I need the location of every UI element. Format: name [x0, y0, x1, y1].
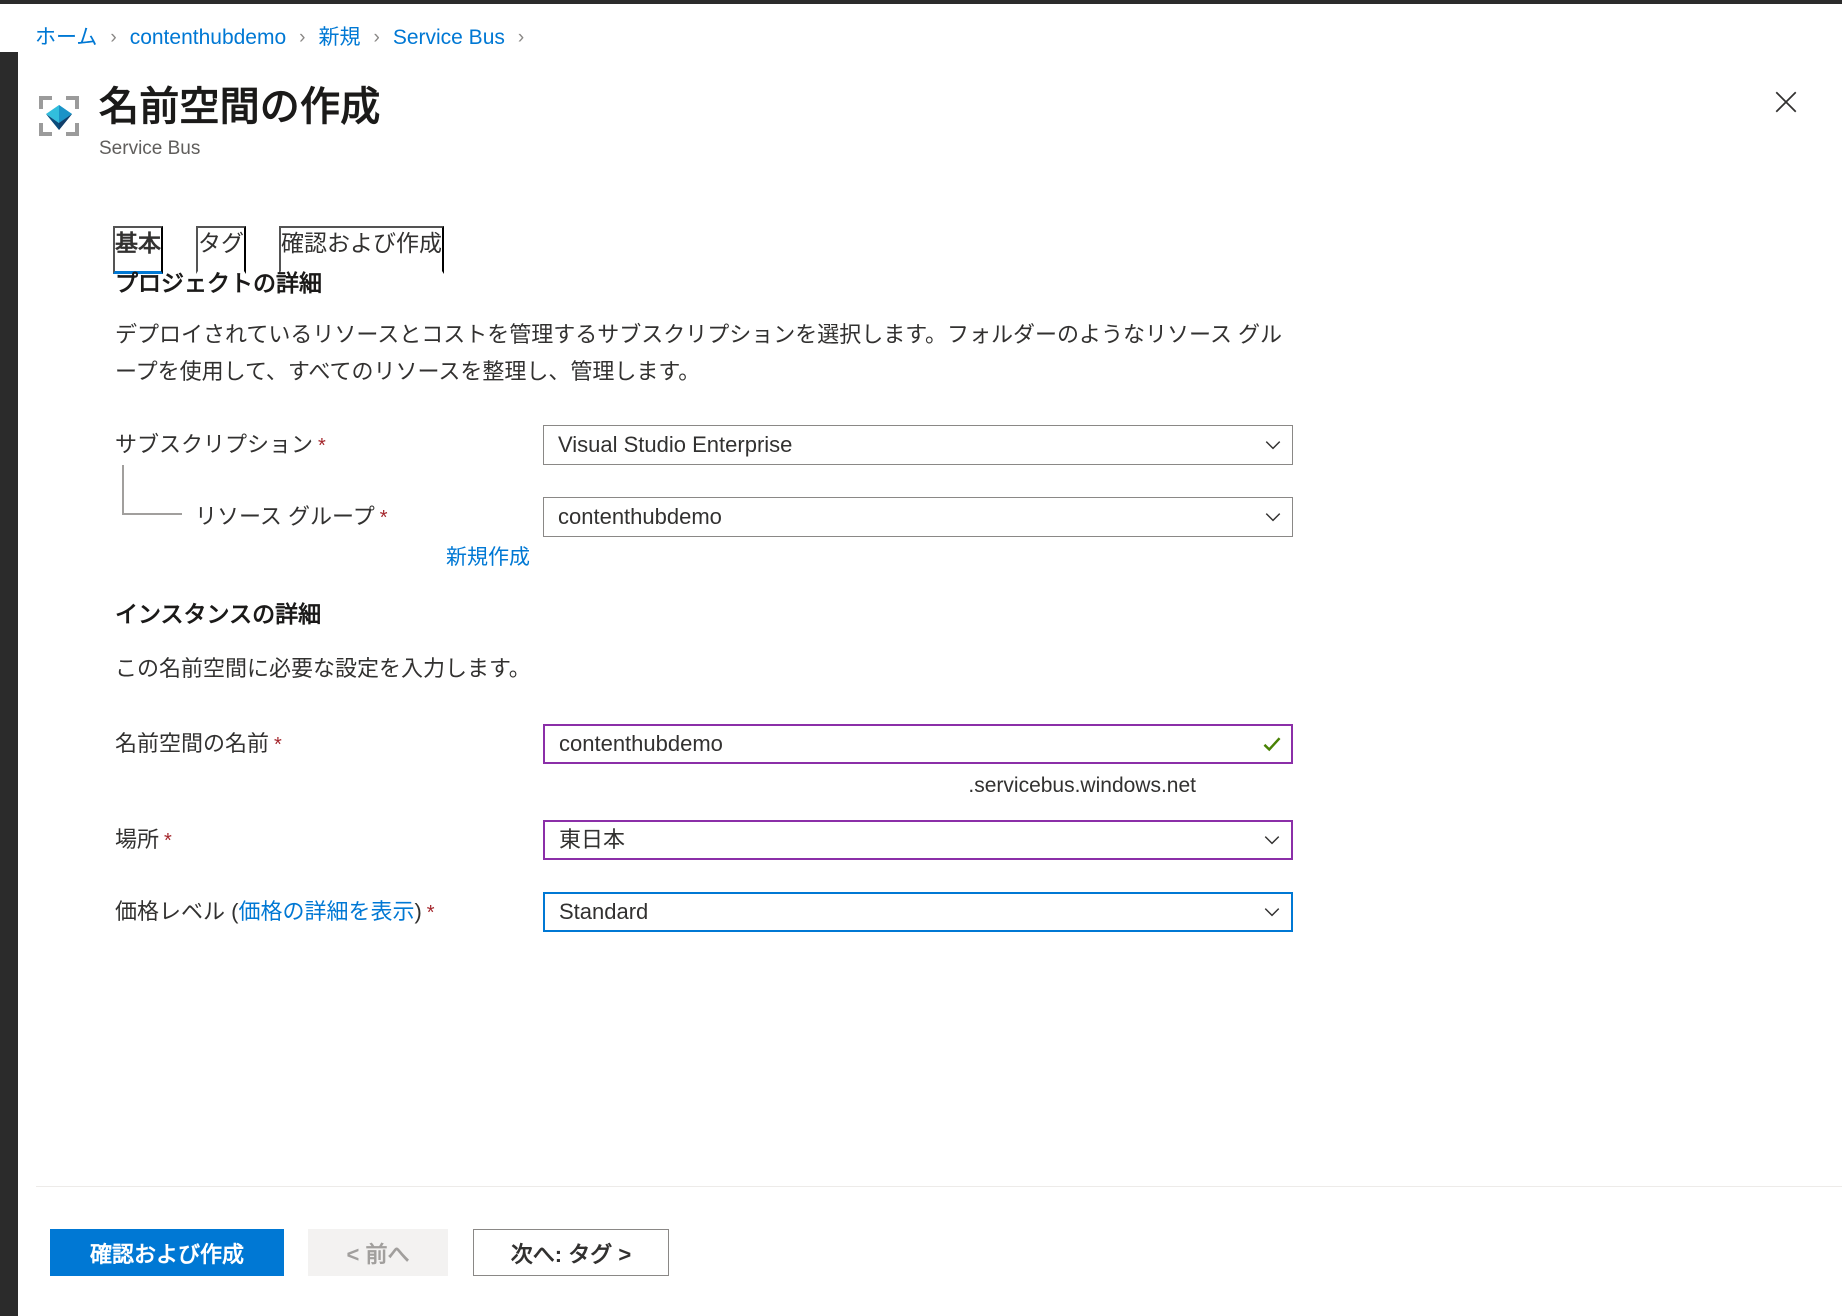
breadcrumb-separator-icon: ›	[517, 27, 525, 48]
namespace-suffix-text: .servicebus.windows.net	[968, 774, 1196, 797]
location-value: 東日本	[559, 827, 626, 852]
close-blade-button[interactable]	[1765, 82, 1807, 124]
breadcrumb-item-new[interactable]: 新規	[319, 24, 361, 52]
location-label: 場所 *	[115, 820, 172, 861]
resource-group-dropdown[interactable]: contenthubdemo	[543, 497, 1293, 537]
title-block: 名前空間の作成 Service Bus	[99, 82, 380, 161]
breadcrumb-separator-icon: ›	[110, 27, 117, 48]
resource-group-row: リソース グループ * contenthubdemo	[115, 465, 1315, 538]
required-asterisk: *	[426, 902, 435, 924]
next-tags-button[interactable]: 次へ: タグ >	[473, 1229, 669, 1276]
pricing-tier-label-suffix: )	[414, 899, 422, 924]
pricing-tier-dropdown[interactable]: Standard	[543, 892, 1293, 932]
blade-tabs: 基本 タグ 確認および作成	[113, 226, 477, 274]
blade-footer: 確認および作成 < 前へ 次へ: タグ >	[18, 1187, 1842, 1316]
tab-review-create[interactable]: 確認および作成	[279, 226, 444, 274]
pricing-tier-row: 価格レベル (価格の詳細を表示) * Standard	[115, 892, 1315, 932]
namespace-name-label: 名前空間の名前 *	[115, 724, 282, 765]
previous-button: < 前へ	[308, 1229, 448, 1276]
tab-tags[interactable]: タグ	[196, 226, 246, 274]
pricing-tier-label: 価格レベル (価格の詳細を表示) *	[115, 892, 435, 933]
portal-left-rail	[0, 52, 18, 1316]
location-row: 場所 * 東日本	[115, 820, 1315, 860]
pricing-tier-label-prefix: 価格レベル (	[115, 899, 239, 924]
resource-group-label: リソース グループ *	[195, 497, 388, 538]
review-and-create-button[interactable]: 確認および作成	[50, 1229, 284, 1276]
view-pricing-details-link[interactable]: 価格の詳細を表示	[238, 899, 414, 924]
create-new-resource-group-link[interactable]: 新規作成	[446, 544, 530, 572]
instance-details-heading: インスタンスの詳細	[115, 601, 322, 627]
chevron-down-icon	[1254, 436, 1292, 454]
page-title: 名前空間の作成	[99, 85, 381, 129]
breadcrumb-item-service-bus[interactable]: Service Bus	[393, 24, 505, 52]
close-icon	[1773, 89, 1799, 118]
namespace-name-value: contenthubdemo	[559, 731, 723, 756]
required-asterisk: *	[318, 435, 326, 457]
create-namespace-blade: ホーム › contenthubdemo › 新規 › Service Bus …	[18, 4, 1842, 1316]
breadcrumb: ホーム › contenthubdemo › 新規 › Service Bus …	[35, 24, 537, 52]
breadcrumb-separator-icon: ›	[373, 27, 380, 48]
project-details-heading: プロジェクトの詳細	[115, 270, 322, 296]
subscription-label-text: サブスクリプション	[115, 432, 314, 457]
chevron-down-icon	[1253, 831, 1291, 849]
required-asterisk: *	[379, 507, 388, 529]
subscription-value: Visual Studio Enterprise	[558, 432, 793, 457]
instance-details-description: この名前空間に必要な設定を入力します。	[115, 656, 531, 681]
chevron-down-icon	[1253, 903, 1291, 921]
breadcrumb-item-home[interactable]: ホーム	[35, 24, 97, 52]
service-bus-icon	[35, 92, 83, 140]
breadcrumb-separator-icon: ›	[299, 27, 306, 48]
project-details-description: デプロイされているリソースとコストを管理するサブスクリプションを選択します。フォ…	[115, 322, 1283, 384]
location-label-text: 場所	[115, 827, 160, 852]
blade-title-row: 名前空間の作成 Service Bus	[35, 82, 380, 161]
namespace-name-input[interactable]: contenthubdemo	[543, 724, 1293, 764]
chevron-down-icon	[1254, 508, 1292, 526]
page-subtitle: Service Bus	[99, 138, 201, 159]
subscription-dropdown[interactable]: Visual Studio Enterprise	[543, 425, 1293, 465]
subscription-row: サブスクリプション * Visual Studio Enterprise	[115, 425, 1315, 465]
resource-group-label-text: リソース グループ	[195, 504, 375, 529]
tree-connector-line	[122, 465, 182, 515]
pricing-tier-value: Standard	[559, 899, 649, 924]
subscription-label: サブスクリプション *	[115, 425, 326, 466]
resource-group-value: contenthubdemo	[558, 504, 722, 529]
validation-check-icon	[1253, 733, 1291, 755]
required-asterisk: *	[274, 734, 282, 756]
required-asterisk: *	[164, 830, 172, 852]
namespace-name-row: 名前空間の名前 * contenthubdemo	[115, 724, 1315, 764]
location-dropdown[interactable]: 東日本	[543, 820, 1293, 860]
tab-basics[interactable]: 基本	[113, 226, 163, 274]
breadcrumb-item-resource-group[interactable]: contenthubdemo	[130, 24, 286, 52]
namespace-name-label-text: 名前空間の名前	[115, 731, 270, 756]
